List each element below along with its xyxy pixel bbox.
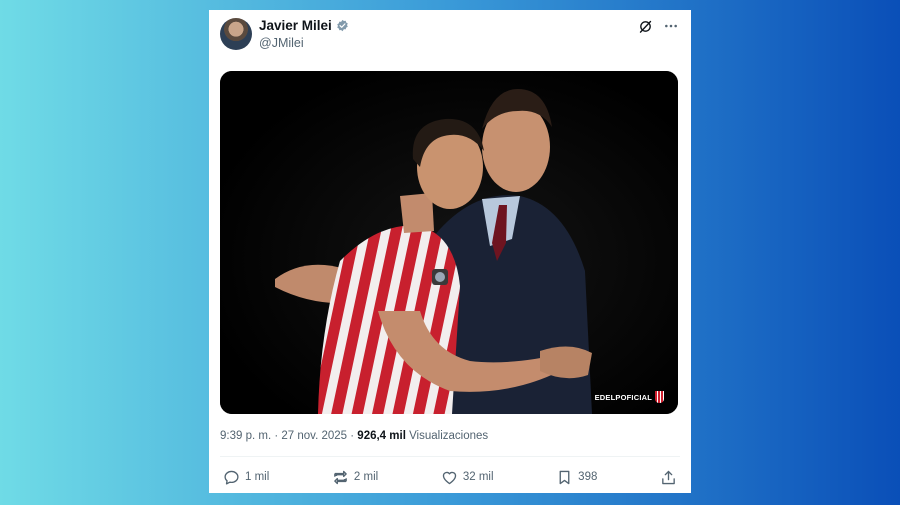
author-name-row: Javier Milei	[259, 18, 349, 33]
share-icon	[662, 470, 675, 484]
like-count: 32 mil	[462, 471, 494, 483]
image-watermark: EDELPOFICIAL	[595, 391, 664, 403]
divider	[220, 456, 680, 457]
tweet-time[interactable]: 9:39 p. m.	[220, 430, 271, 442]
more-icon[interactable]	[663, 18, 679, 34]
heart-icon	[442, 471, 457, 484]
tweet-photo[interactable]: EDELPOFICIAL	[220, 71, 678, 414]
bookmark-count: 398	[578, 471, 598, 483]
repost-button[interactable]: 2 mil	[332, 469, 378, 486]
top-icons	[637, 18, 679, 34]
author-avatar[interactable]	[220, 18, 252, 50]
reply-icon	[224, 470, 239, 485]
like-button[interactable]: 32 mil	[441, 469, 494, 486]
repost-icon	[334, 470, 347, 484]
tweet-meta: 9:39 p. m. · 27 nov. 2025 · 926,4 mil Vi…	[220, 430, 488, 442]
author-handle[interactable]: @JMilei	[259, 36, 304, 50]
tweet-date[interactable]: 27 nov. 2025	[281, 430, 347, 442]
views-label: Visualizaciones	[409, 430, 489, 442]
author-name[interactable]: Javier Milei	[259, 18, 332, 33]
reply-button[interactable]: 1 mil	[223, 469, 269, 486]
repost-count: 2 mil	[353, 471, 379, 483]
verified-badge-icon	[336, 19, 349, 32]
bookmark-button[interactable]: 398	[556, 469, 597, 486]
bookmark-icon	[559, 470, 570, 484]
meta-separator: ·	[350, 430, 355, 442]
watermark-text: EDELPOFICIAL	[594, 392, 652, 402]
reply-count: 1 mil	[245, 471, 270, 483]
share-button[interactable]	[660, 469, 677, 486]
views-count: 926,4 mil	[357, 430, 406, 442]
meta-separator: ·	[274, 430, 279, 442]
club-shield-icon	[655, 391, 664, 403]
grok-icon[interactable]	[637, 18, 653, 34]
action-bar: 1 mil 2 mil 32 mil 398	[223, 466, 677, 488]
tweet-card: Javier Milei @JMilei EDELPOFICIAL 9:39 p…	[209, 10, 691, 493]
